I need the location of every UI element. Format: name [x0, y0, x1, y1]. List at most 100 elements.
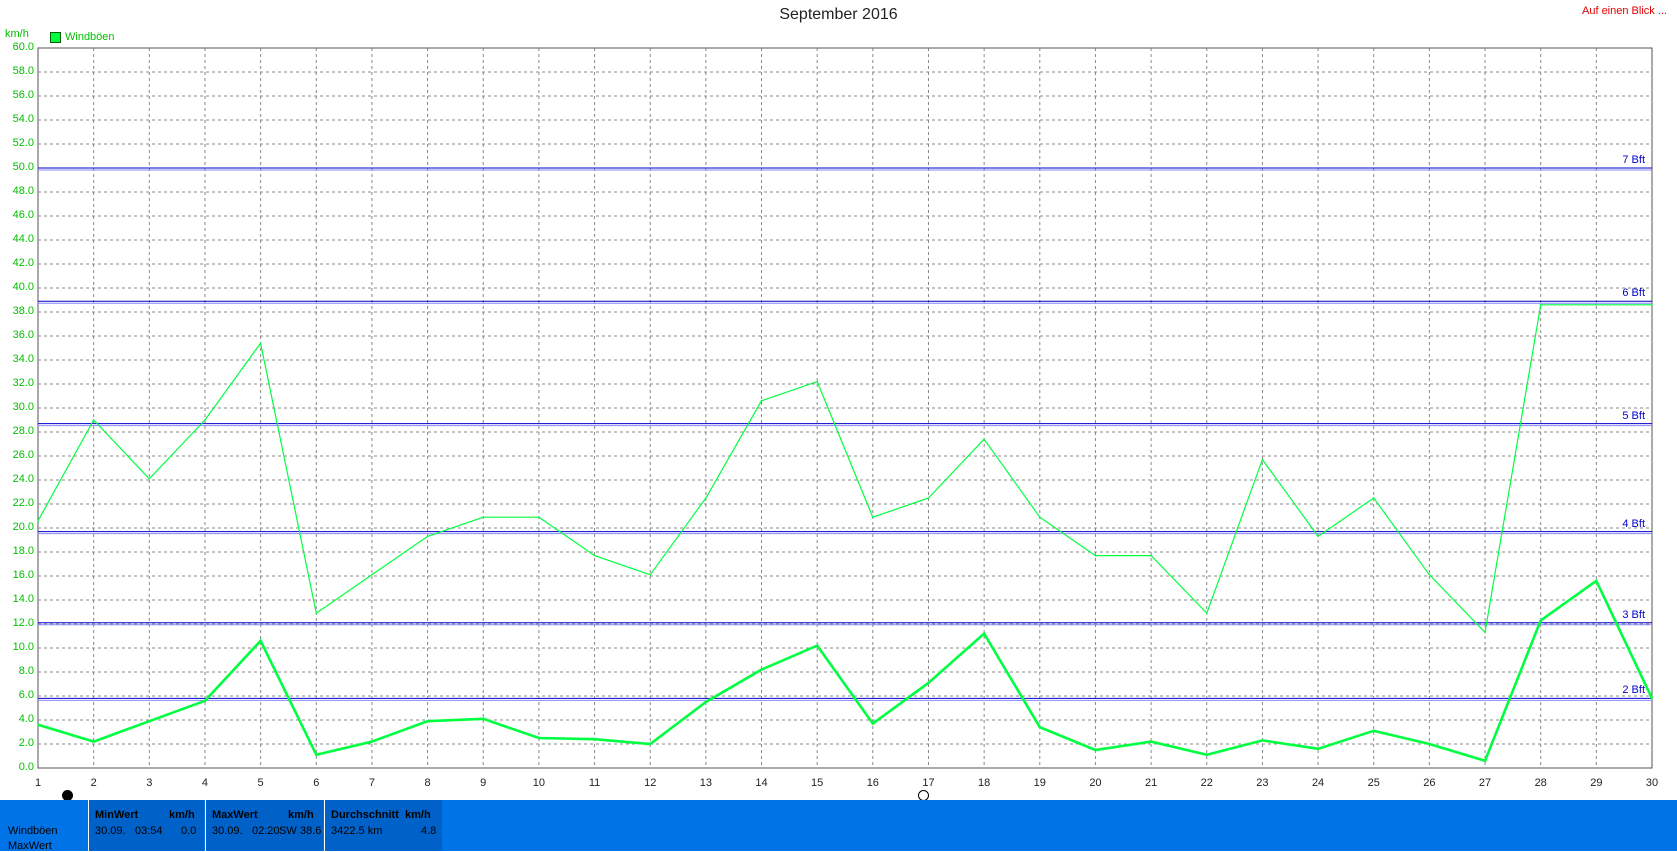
data-point: [148, 720, 151, 722]
y-tick-label: 40.0: [12, 281, 34, 293]
data-point: [1539, 619, 1542, 622]
data-point: [872, 722, 874, 725]
data-point: [259, 342, 262, 345]
data-point: [1261, 739, 1264, 742]
y-tick-label: 0.0: [18, 761, 34, 773]
y-tick-label: 46.0: [12, 209, 34, 221]
data-point: [1150, 740, 1152, 743]
data-point: [760, 400, 763, 402]
y-tick-label: 22.0: [12, 497, 34, 509]
x-tick-label: 17: [922, 777, 935, 789]
data-point: [1261, 458, 1264, 461]
data-point: [1094, 749, 1097, 751]
data-point: [927, 682, 930, 684]
y-tick-label: 54.0: [12, 113, 34, 125]
y-tick-label: 14.0: [12, 593, 34, 605]
data-point: [1372, 497, 1375, 499]
data-point: [1428, 574, 1431, 576]
y-tick-label: 30.0: [12, 401, 34, 413]
max-time: 02:20: [252, 825, 280, 837]
data-point: [705, 497, 707, 499]
y-tick-label: 36.0: [12, 329, 34, 341]
max-header: MaxWert: [212, 809, 258, 821]
data-point: [426, 535, 429, 538]
x-tick-label: 13: [699, 777, 712, 789]
y-tick-label: 42.0: [12, 257, 34, 269]
beaufort-label: 7 Bft: [1622, 154, 1645, 166]
min-value: 0.0: [181, 825, 197, 837]
y-tick-label: 56.0: [12, 89, 34, 101]
data-point: [649, 743, 652, 745]
data-point: [649, 574, 652, 576]
x-tick-label: 18: [978, 777, 991, 789]
data-point: [1428, 743, 1431, 745]
data-point: [204, 700, 206, 702]
data-point: [482, 516, 485, 518]
data-point: [983, 632, 985, 635]
data-point: [1484, 760, 1486, 762]
x-tick-label: 1: [34, 777, 42, 789]
beaufort-label: 3 Bft: [1622, 608, 1645, 621]
x-tick-label: 20: [1089, 777, 1102, 789]
data-point: [1484, 631, 1486, 634]
avg-unit: km/h: [405, 809, 431, 821]
data-point: [705, 701, 707, 703]
data-point: [538, 516, 540, 518]
stats-min-box: MinWert km/h 30.09. 03:54 0.0: [88, 800, 204, 851]
data-point: [1150, 554, 1152, 557]
x-tick-label: 21: [1144, 777, 1158, 789]
x-tick-label: 16: [866, 777, 879, 789]
data-point: [816, 644, 818, 647]
data-point: [1038, 726, 1041, 728]
x-tick-label: 5: [257, 777, 264, 789]
max-value: 38.6: [300, 825, 322, 837]
data-point: [1372, 730, 1375, 732]
y-tick-label: 34.0: [12, 353, 34, 365]
data-point: [1205, 754, 1208, 756]
y-tick-label: 52.0: [12, 137, 34, 149]
x-tick-label: 8: [424, 777, 431, 789]
data-point: [1595, 580, 1598, 582]
data-point: [92, 740, 95, 743]
data-point: [1595, 304, 1598, 306]
y-tick-label: 4.0: [18, 713, 34, 725]
x-tick-label: 7: [368, 777, 375, 789]
x-tick-label: 11: [588, 777, 601, 789]
y-tick-label: 44.0: [12, 233, 34, 245]
x-tick-label: 28: [1534, 777, 1547, 789]
data-point: [1317, 748, 1319, 750]
data-point: [37, 724, 39, 726]
data-point: [593, 738, 596, 740]
beaufort-label: 4 Bft: [1622, 517, 1645, 530]
min-unit: km/h: [169, 809, 195, 821]
y-tick-label: 28.0: [12, 425, 34, 437]
y-tick-label: 58.0: [12, 65, 34, 77]
data-point: [371, 574, 373, 576]
x-tick-label: 4: [201, 777, 209, 789]
max-unit: km/h: [288, 809, 314, 821]
y-tick-label: 12.0: [12, 617, 34, 629]
data-point: [1205, 612, 1208, 614]
x-tick-label: 3: [146, 777, 153, 789]
avg-header: Durchschnitt: [331, 809, 399, 821]
x-tick-label: 9: [480, 777, 487, 789]
data-point: [92, 419, 95, 421]
avg-distance: 3422.5 km: [331, 825, 383, 837]
beaufort-label: 6 Bft: [1622, 287, 1645, 300]
y-tick-label: 26.0: [12, 449, 34, 461]
y-tick-label: 48.0: [12, 185, 34, 197]
x-tick-label: 30: [1645, 777, 1659, 789]
y-tick-label: 38.0: [12, 305, 34, 317]
data-point: [1094, 554, 1097, 557]
y-tick-label: 32.0: [12, 377, 34, 389]
stats-row-label-2: MaxWert: [8, 840, 52, 852]
avg-value: 4.8: [421, 825, 437, 837]
y-tick-label: 6.0: [18, 689, 34, 701]
min-time: 03:54: [135, 825, 163, 837]
data-point: [37, 520, 39, 522]
x-tick-label: 6: [313, 777, 320, 789]
data-point: [538, 737, 540, 739]
data-point: [816, 380, 818, 383]
data-point: [204, 419, 206, 421]
stats-max-box: MaxWert km/h 30.09. 02:20 SW 38.6: [205, 800, 323, 851]
